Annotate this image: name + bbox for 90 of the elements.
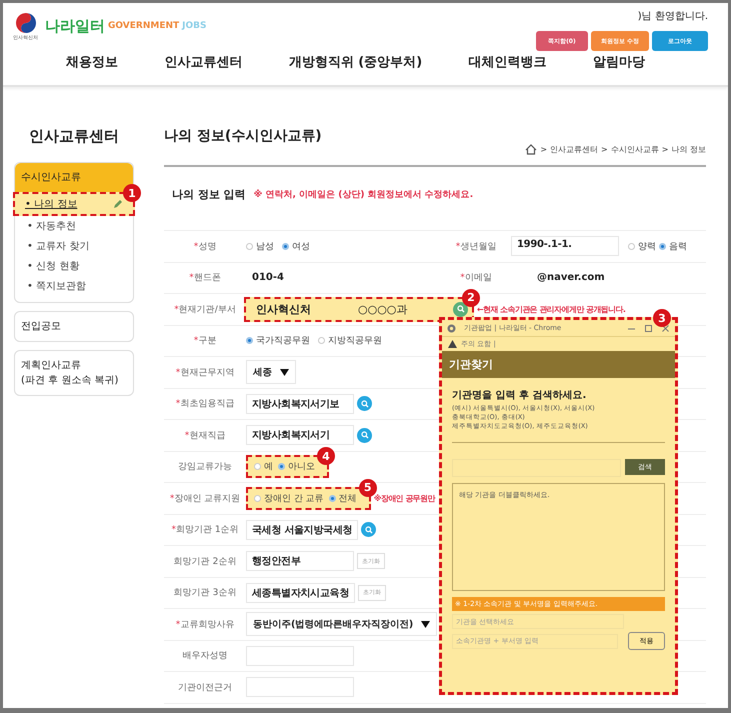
section-title: 나의 정보 입력	[172, 187, 246, 202]
field-label: *생년월일	[454, 240, 498, 253]
sidebar-item[interactable]: 계획인사교류 (파견 후 원소속 복귀)	[15, 351, 133, 395]
radio-button[interactable]: 양력	[628, 240, 656, 253]
sidebar-title: 인사교류센터	[28, 127, 120, 146]
field-label: *현재근무지역	[174, 366, 236, 379]
radio-button[interactable]: 여성	[282, 240, 310, 253]
search-icon	[360, 431, 368, 440]
breadcrumb-link[interactable]: 인사교류센터	[550, 144, 598, 155]
field-label: 강임교류가능	[177, 461, 233, 474]
input-field[interactable]	[246, 646, 354, 666]
field-label: *이메일	[459, 272, 493, 284]
field-label: *핸드폰	[188, 272, 222, 284]
logo-subtitle: JOBS	[182, 21, 206, 31]
sidebar-item[interactable]: 전입공모	[15, 312, 133, 341]
nav-item[interactable]: 대체인력뱅크	[468, 53, 547, 71]
breadcrumb-separator: >	[662, 145, 668, 154]
note-text: ←현재 소속기관은 관리자에게만 공개됩니다.	[477, 304, 626, 315]
input-field[interactable]: ○○○○과	[352, 302, 449, 317]
field-label: 희망기관 2순위	[172, 556, 238, 568]
notice-text: ※ 연락처, 이메일은 (상단) 회원정보에서 수정하세요.	[254, 188, 474, 201]
callout-badge: 1	[123, 184, 141, 202]
search-button[interactable]	[357, 396, 372, 412]
nav-item[interactable]: 인사교류센터	[164, 53, 242, 71]
page-title: 나의 정보(수시인사교류)	[164, 127, 322, 145]
caret-icon	[280, 368, 289, 376]
popup-header: 기관찾기	[442, 351, 675, 378]
input-field[interactable]: 세종특별자치시교육청	[246, 582, 356, 603]
sidebar-subitem[interactable]: • 교류자 찾기	[15, 236, 133, 256]
caret-icon	[420, 620, 430, 628]
field-label: 기관이전근거	[177, 682, 233, 694]
radio-button[interactable]: 장애인 간 교류	[254, 492, 324, 505]
nav-item[interactable]: 채용정보	[66, 53, 118, 71]
radio-button[interactable]: 전체	[328, 492, 357, 505]
sidebar-subitem[interactable]: • 쪽지보관함	[15, 276, 133, 296]
field-value: 010-4	[251, 272, 284, 284]
search-icon	[456, 305, 464, 314]
input-field[interactable]	[246, 677, 354, 698]
field-label: *장애인 교류지원	[168, 492, 242, 505]
callout-badge: 4	[317, 447, 335, 466]
search-button[interactable]	[357, 428, 372, 443]
field-label: *희망기관 1순위	[170, 524, 240, 536]
callout-badge: 2	[462, 288, 480, 307]
radio-button[interactable]: 아니오	[278, 460, 315, 474]
breadcrumb-link[interactable]: 수시인사교류	[610, 144, 659, 155]
sidebar-subitem[interactable]: • 자동추천	[15, 216, 133, 236]
maximize-icon[interactable]	[644, 324, 653, 332]
search-icon	[364, 526, 373, 534]
radio-button[interactable]: 국가직공무원	[246, 334, 310, 348]
field-label: 희망기관 3순위	[172, 587, 238, 600]
close-icon[interactable]	[661, 324, 670, 332]
input-field[interactable]: 행정안전부	[246, 551, 354, 572]
radio-button[interactable]: 예	[254, 460, 273, 474]
field-label: *교류희망사유	[174, 618, 236, 631]
warning-icon	[448, 340, 457, 348]
dropdown[interactable]: 동반이주(법령에따른배우자직장이전)	[246, 612, 437, 636]
breadcrumb-link[interactable]: 나의 정보	[671, 144, 706, 155]
emblem-icon	[14, 12, 36, 34]
search-icon	[360, 400, 368, 408]
welcome-text: )님 환영합니다.	[638, 10, 708, 23]
nav-item[interactable]: 알림마당	[592, 53, 645, 71]
field-label: *성명	[192, 240, 218, 253]
radio-button[interactable]: 지방직공무원	[318, 334, 382, 348]
search-button[interactable]	[453, 302, 468, 317]
home-icon[interactable]	[525, 144, 538, 155]
radio-button[interactable]: 남성	[246, 240, 274, 253]
input-field[interactable]: 지방사회복지서기보	[246, 394, 354, 414]
sidebar-subitem[interactable]: • 신청 현황	[15, 256, 133, 276]
browser-icon	[447, 324, 456, 332]
instruction-heading: 기관명을 입력 후 검색하세요.	[452, 389, 588, 402]
callout-badge: 5	[358, 478, 377, 497]
field-label: *현재기관/부서	[173, 304, 237, 316]
search-button[interactable]	[361, 522, 376, 538]
field-label: *구분	[192, 335, 218, 348]
nav-item[interactable]: 개방형직위 (중앙부처)	[288, 53, 422, 71]
input-field[interactable]: 국세청 서울지방국세청	[246, 520, 358, 540]
breadcrumb-separator: >	[601, 145, 608, 154]
field-label: *현재직급	[184, 430, 226, 442]
callout-badge: 3	[653, 309, 671, 327]
field-value: @naver.com	[536, 272, 605, 284]
pencil-icon	[113, 199, 123, 209]
radio-button[interactable]: 음력	[659, 240, 687, 253]
dropdown[interactable]: 세종	[246, 360, 296, 384]
input-field[interactable]: 지방사회복지서기	[246, 425, 354, 446]
date-field[interactable]: 1990-.1-1.	[511, 236, 619, 256]
input-field[interactable]: 인사혁신처	[250, 302, 348, 317]
field-label: 배우자성명	[182, 650, 228, 662]
field-label: *최초임용직급	[174, 398, 236, 410]
breadcrumb-separator: >	[540, 145, 548, 154]
logo-subtitle: GOVERNMENT	[108, 21, 180, 31]
